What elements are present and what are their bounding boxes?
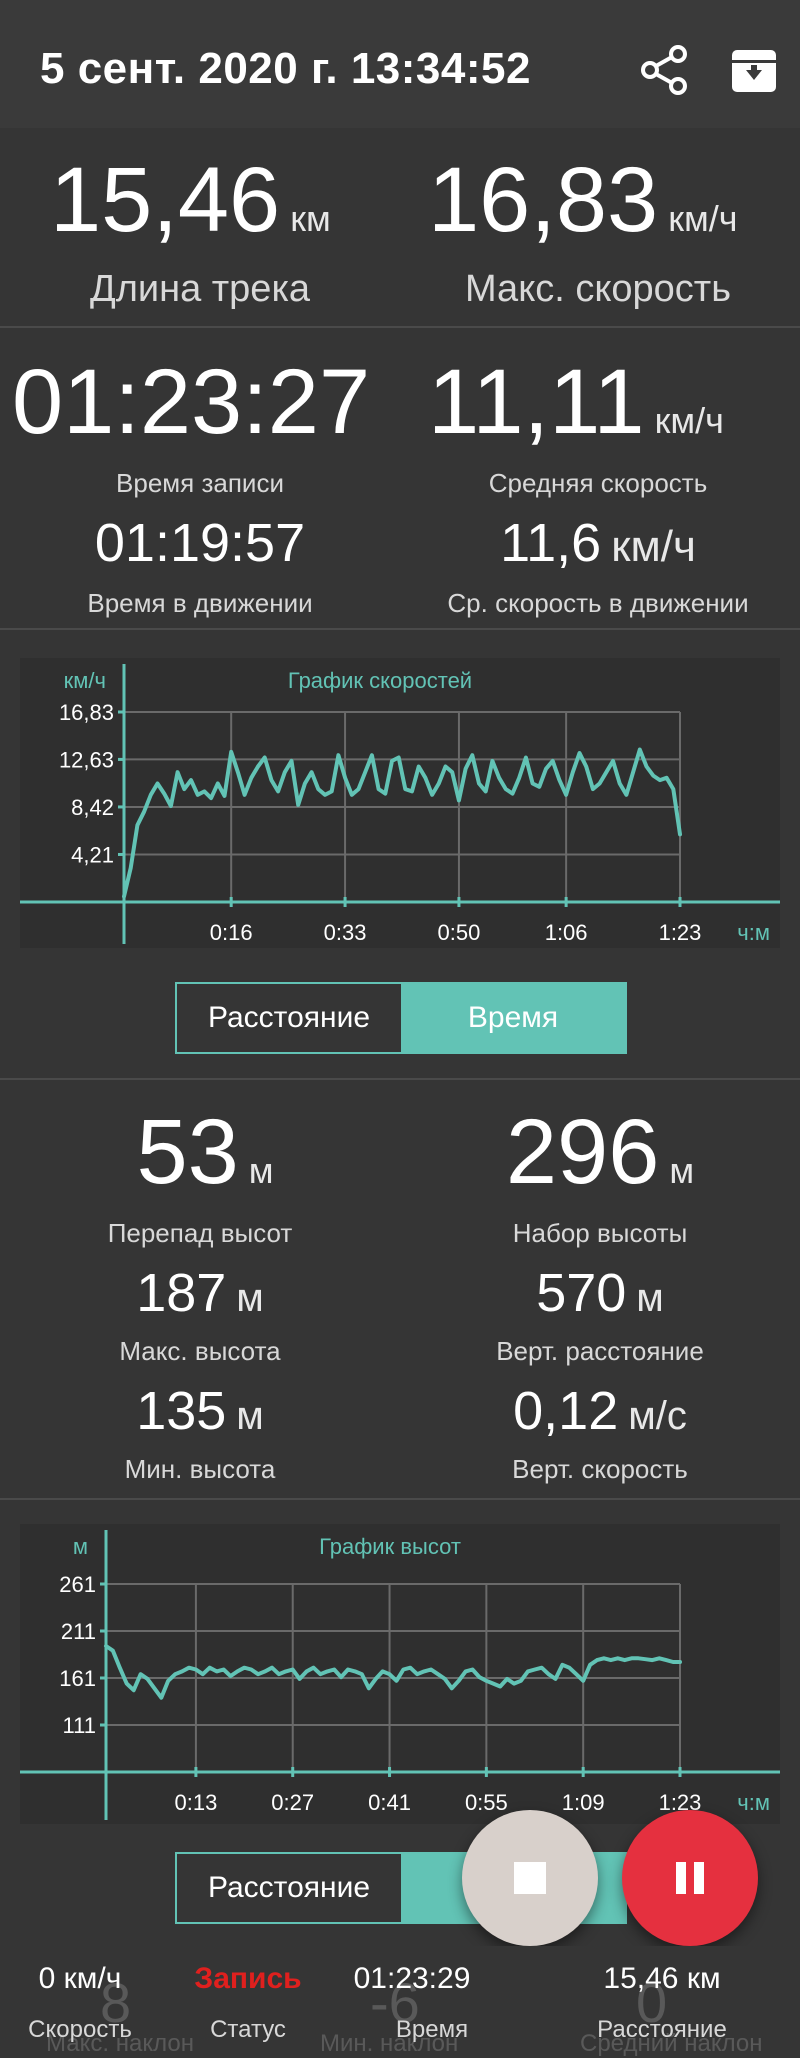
y-axis-unit-label: м: [73, 1534, 88, 1559]
y-tick-label: 211: [61, 1619, 96, 1644]
max-speed-label: Макс. скорость: [464, 268, 732, 310]
page-title: 5 сент. 2020 г. 13:34:52: [40, 44, 531, 93]
elevation-gain-label: Набор высоты: [512, 1218, 688, 1248]
divider: [0, 1498, 800, 1500]
bottom-time-label: Время: [395, 2016, 469, 2043]
divider: [0, 326, 800, 328]
max-elevation-value: 187 м: [136, 1263, 264, 1323]
y-tick-label: 12,63: [59, 747, 114, 772]
y-tick-label: 8,42: [71, 795, 114, 820]
vertical-distance-label: Верт. расстояние: [496, 1336, 704, 1366]
bottom-distance-label: Расстояние: [597, 2016, 727, 2043]
moving-time-label: Время в движении: [87, 588, 313, 618]
y-axis-unit-label: км/ч: [64, 668, 106, 693]
track-length-label: Длина трека: [89, 268, 311, 310]
chart-title: График скоростей: [288, 668, 472, 693]
x-tick-label: 1:06: [545, 920, 588, 945]
speed-toggle-distance[interactable]: Расстояние: [177, 984, 401, 1052]
x-tick-label: 0:13: [174, 1790, 217, 1815]
app-bar: 5 сент. 2020 г. 13:34:52: [0, 0, 800, 128]
bottom-status-label: Статус: [210, 2016, 286, 2043]
x-tick-label: 0:41: [368, 1790, 411, 1815]
x-tick-label: 1:23: [659, 920, 702, 945]
pause-icon: [676, 1862, 704, 1894]
min-elevation-value: 135 м: [136, 1381, 264, 1441]
vertical-speed-label: Верт. скорость: [512, 1454, 688, 1484]
y-tick-label: 4,21: [71, 842, 114, 867]
elevation-diff-label: Перепад высот: [107, 1218, 293, 1248]
moving-time-value: 01:19:57: [94, 513, 306, 573]
track-length-value: 15,46 км: [50, 149, 331, 251]
bottom-speed-value: 0 км/ч: [38, 1962, 122, 1995]
x-tick-label: 0:27: [271, 1790, 314, 1815]
archive-download-icon[interactable]: [724, 40, 784, 100]
x-tick-label: 0:50: [438, 920, 481, 945]
max-speed-value: 16,83 км/ч: [428, 149, 738, 251]
min-elevation-label: Мин. высота: [124, 1454, 276, 1484]
vertical-speed-value: 0,12 м/с: [513, 1381, 687, 1441]
bottom-distance-value: 15,46 км: [603, 1962, 721, 1995]
vertical-distance-value: 570 м: [536, 1263, 664, 1323]
divider: [0, 628, 800, 630]
elevation-diff-value: 53 м: [136, 1101, 274, 1203]
elevation-toggle-distance[interactable]: Расстояние: [177, 1854, 401, 1922]
record-time-label: Время записи: [116, 468, 284, 498]
bottom-status-bar: 8 Макс. наклон -6 Мин. наклон 0 Средний …: [0, 1946, 800, 2058]
record-time-value: 01:23:27: [12, 351, 371, 453]
y-tick-label: 16,83: [59, 700, 114, 725]
x-tick-label: 0:33: [324, 920, 367, 945]
elevation-chart: 1111612112610:13 0:27 0:41 0:55 1:09 1:23мч:м…: [20, 1524, 780, 1824]
stop-button[interactable]: [462, 1810, 598, 1946]
x-tick-label: 0:16: [210, 920, 253, 945]
bottom-time-value: 01:23:29: [353, 1962, 471, 1995]
x-axis-unit-label: ч:м: [737, 920, 770, 945]
bottom-speed-label: Скорость: [28, 2016, 132, 2043]
bottom-status-value: Запись: [194, 1962, 302, 1995]
speed-chart: 4,21 8,42 12,63 16,83 0:16 0:33 0:50 1:06 1:23 км…: [20, 658, 780, 948]
moving-avg-speed-value: 11,6 км/ч: [500, 513, 696, 573]
moving-avg-speed-label: Ср. скорость в движении: [447, 588, 749, 618]
share-icon[interactable]: [634, 40, 694, 100]
y-tick-label: 111: [63, 1713, 96, 1738]
chart-title: График высот: [319, 1534, 461, 1559]
stop-icon: [514, 1862, 546, 1894]
avg-speed-label: Средняя скорость: [488, 468, 708, 498]
elevation-gain-value: 296 м: [505, 1101, 695, 1203]
x-axis-unit-label: ч:м: [737, 1790, 770, 1815]
x-tick-label: 1:09: [562, 1790, 605, 1815]
y-tick-label: 161: [59, 1666, 96, 1691]
divider: [0, 1078, 800, 1080]
x-tick-label: 0:55: [465, 1790, 508, 1815]
y-tick-label: 261: [59, 1572, 96, 1597]
pause-button[interactable]: [622, 1810, 758, 1946]
max-elevation-label: Макс. высота: [119, 1336, 281, 1366]
speed-chart-axis-toggle: Расстояние Время: [175, 982, 627, 1054]
speed-toggle-time[interactable]: Время: [401, 984, 625, 1052]
avg-speed-value: 11,11 км/ч: [428, 351, 724, 453]
